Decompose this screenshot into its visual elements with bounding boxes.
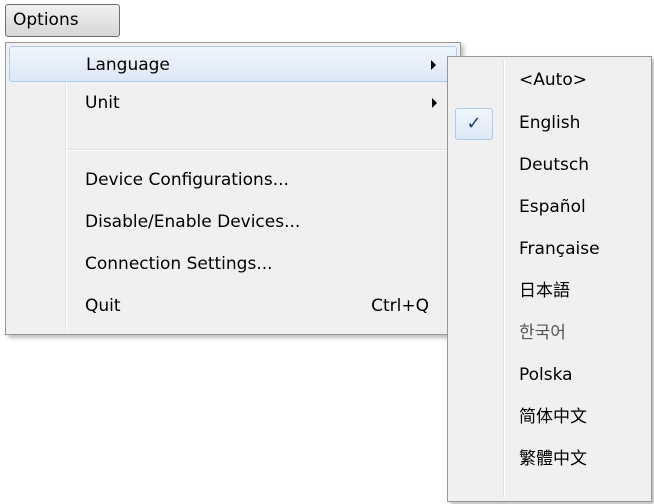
language-option-label: Español: [519, 197, 586, 217]
menu-item-label: Unit: [85, 93, 120, 113]
menu-item-label: Quit: [85, 296, 121, 316]
app-stage: Options Language Unit Device Configurati…: [0, 0, 654, 504]
menu-item-connection-settings[interactable]: Connection Settings...: [9, 246, 457, 282]
menu-item-device-configurations[interactable]: Device Configurations...: [9, 162, 457, 198]
submenu-arrow-icon: [432, 98, 437, 108]
language-option-label: 한국어: [519, 323, 566, 343]
language-option-label: Deutsch: [519, 155, 589, 175]
language-option-label: 简体中文: [519, 407, 587, 427]
language-option-simplified-chinese[interactable]: 简体中文: [451, 396, 648, 438]
language-option-deutsch[interactable]: Deutsch: [451, 144, 648, 186]
options-menu-label: Options: [13, 10, 79, 30]
menu-item-label: Device Configurations...: [85, 170, 289, 190]
menu-separator: [68, 149, 457, 151]
menu-item-label: Language: [86, 55, 170, 75]
language-option-label: Polska: [519, 365, 573, 385]
options-menu-button[interactable]: Options: [5, 4, 120, 37]
language-option-francaise[interactable]: Française: [451, 228, 648, 270]
language-option-label: Française: [519, 239, 600, 259]
language-option-english[interactable]: ✓ English: [451, 102, 648, 144]
language-option-japanese[interactable]: 日本語: [451, 270, 648, 312]
menu-item-shortcut: Ctrl+Q: [371, 296, 429, 316]
language-option-label: <Auto>: [519, 70, 587, 90]
menu-item-quit[interactable]: Quit Ctrl+Q: [9, 288, 457, 324]
menu-item-language[interactable]: Language: [9, 46, 457, 82]
menu-item-label: Disable/Enable Devices...: [85, 212, 301, 232]
menu-item-unit[interactable]: Unit: [9, 85, 457, 121]
language-option-label: 日本語: [519, 281, 570, 301]
menu-item-disable-enable-devices[interactable]: Disable/Enable Devices...: [9, 204, 457, 240]
language-option-label: 繁體中文: [519, 449, 587, 469]
language-submenu: <Auto> ✓ English Deutsch Español Françai…: [447, 56, 652, 502]
language-option-polish[interactable]: Polska: [451, 354, 648, 396]
language-option-korean[interactable]: 한국어: [451, 312, 648, 354]
submenu-arrow-icon: [431, 60, 436, 70]
menu-item-label: Connection Settings...: [85, 254, 273, 274]
language-option-label: English: [519, 113, 581, 133]
checkmark-icon: ✓: [455, 108, 493, 140]
language-option-espanol[interactable]: Español: [451, 186, 648, 228]
language-option-auto[interactable]: <Auto>: [451, 59, 648, 101]
language-option-traditional-chinese[interactable]: 繁體中文: [451, 438, 648, 480]
options-dropdown-menu: Language Unit Device Configurations... D…: [5, 42, 461, 335]
